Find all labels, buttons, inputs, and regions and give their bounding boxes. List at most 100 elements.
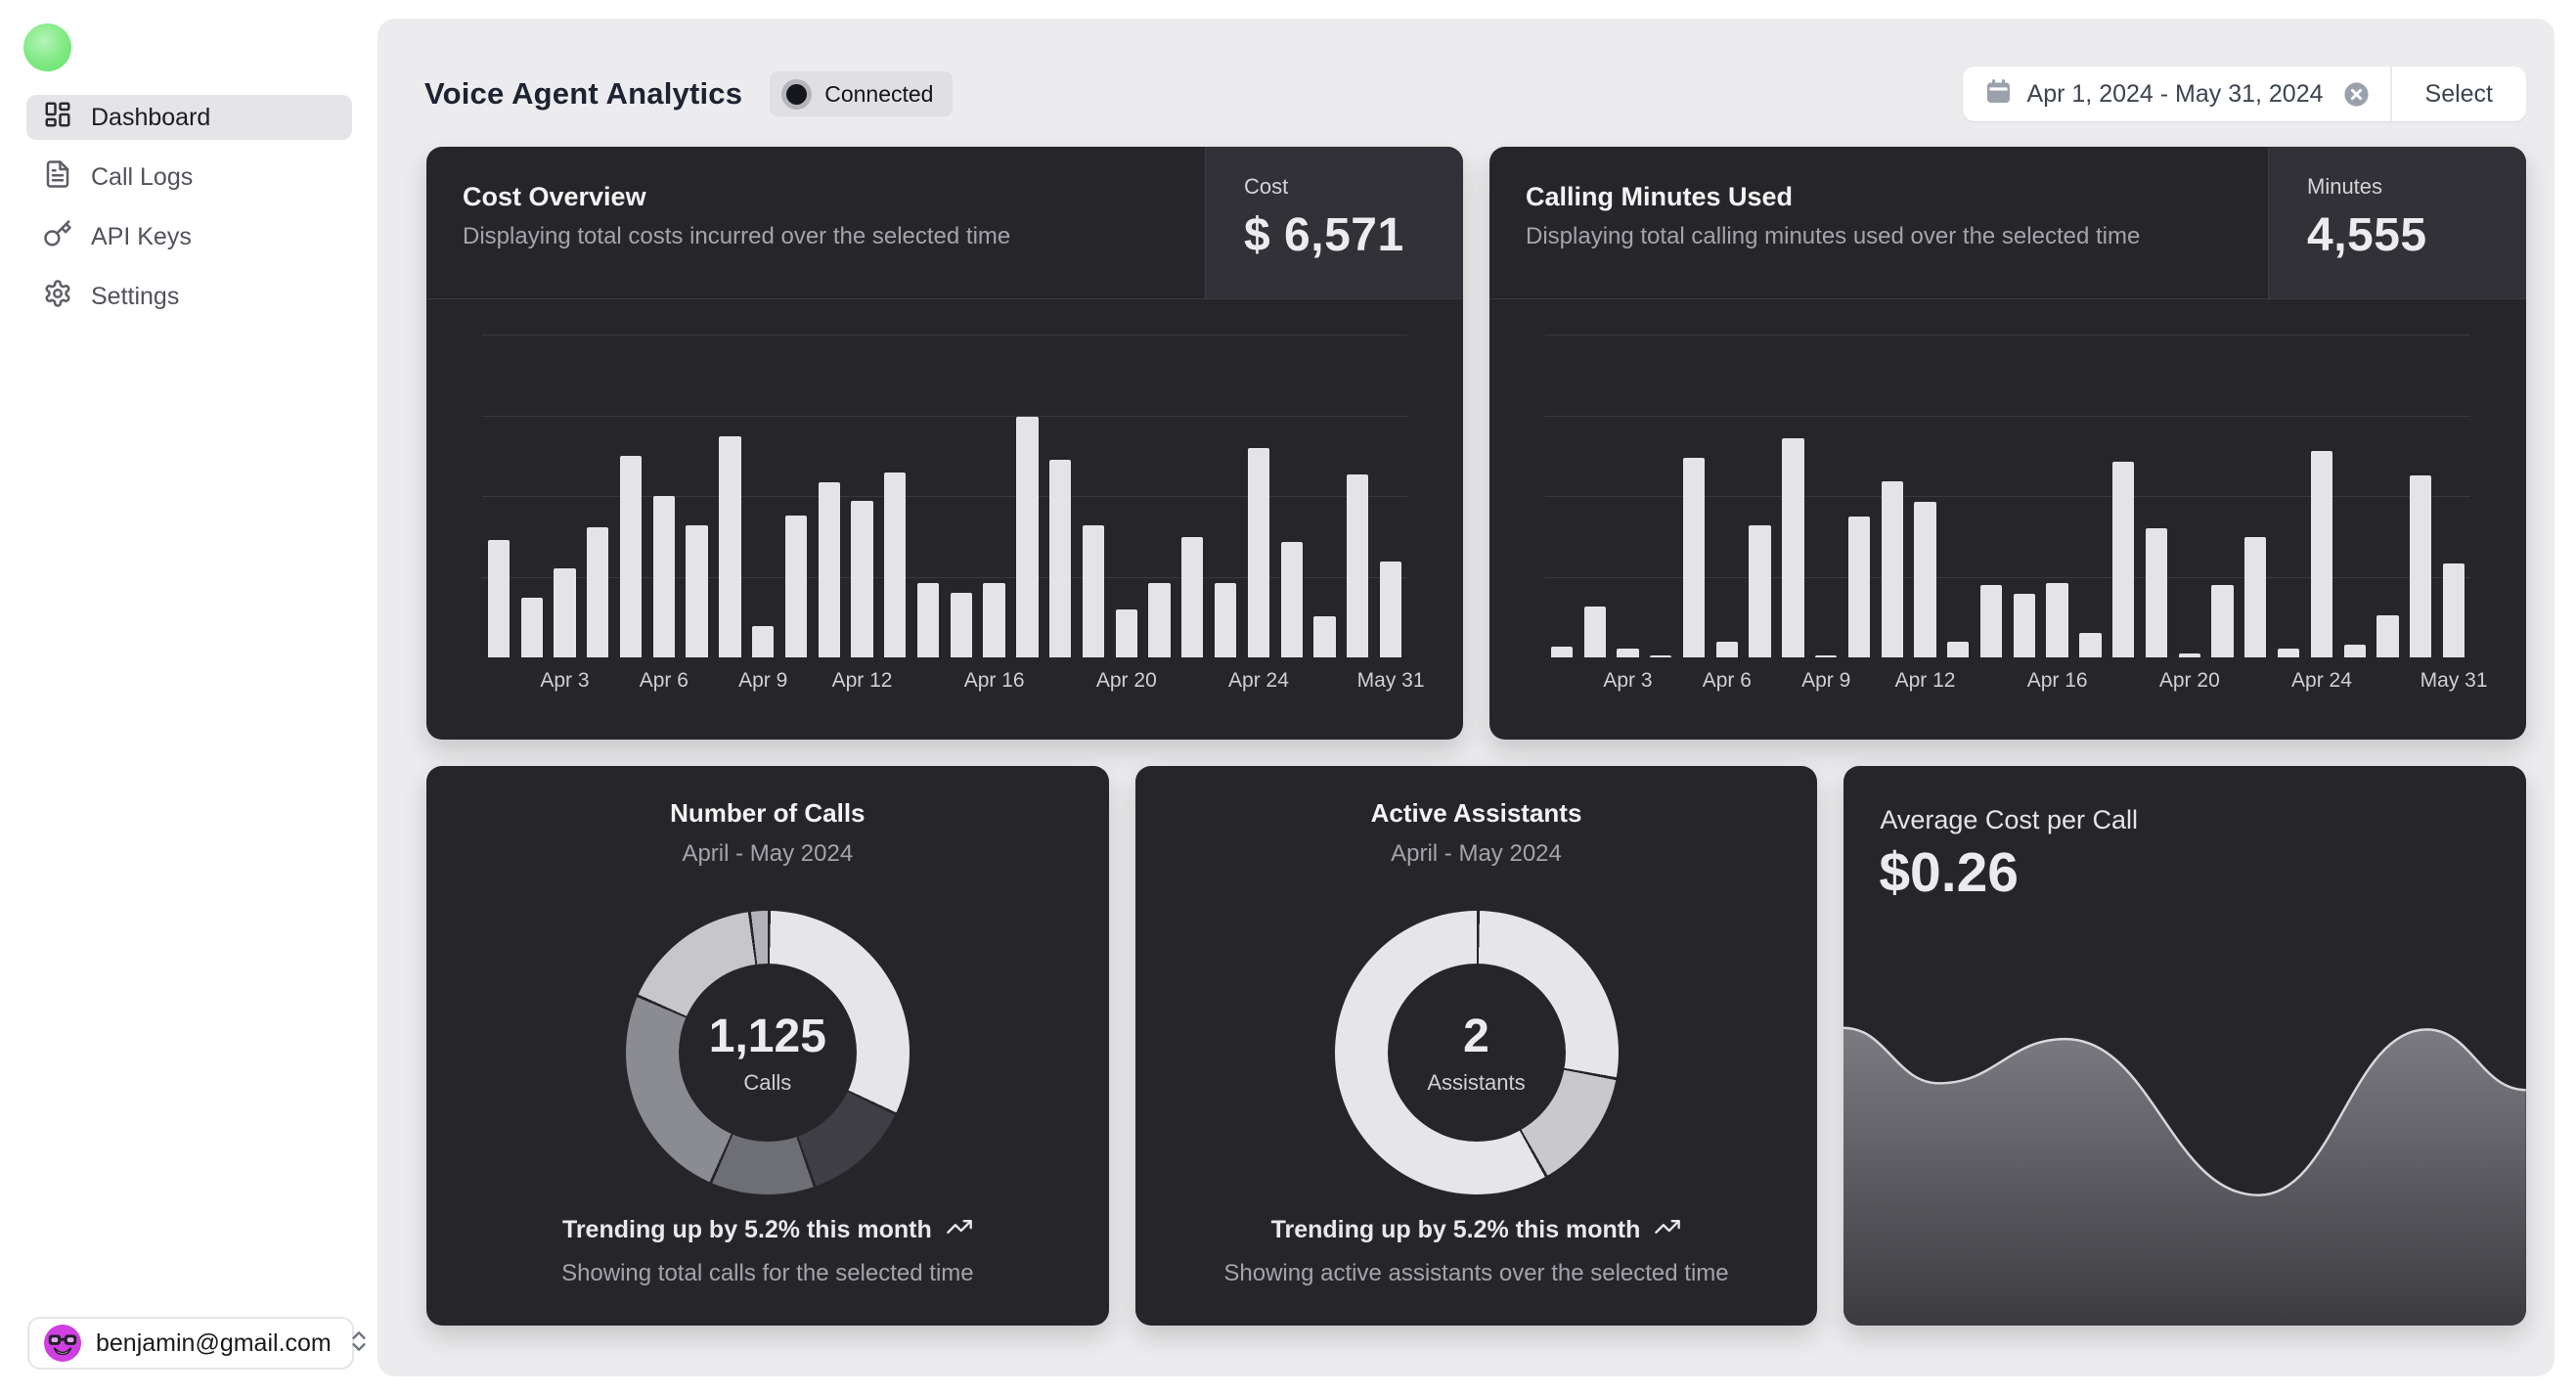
card-subtitle: April - May 2024 <box>1391 840 1562 868</box>
status-badge-label: Connected <box>824 81 933 108</box>
date-range-value: Apr 1, 2024 - May 31, 2024 <box>2027 80 2324 109</box>
bar <box>1148 583 1170 657</box>
bar <box>2376 615 2398 657</box>
bar <box>1749 525 1770 657</box>
stat-value: 4,555 <box>2307 208 2526 262</box>
stat-value: $ 6,571 <box>1244 208 1463 262</box>
bar <box>2146 528 2167 657</box>
trend-text: Trending up by 5.2% this month <box>562 1216 932 1244</box>
bar <box>719 436 740 657</box>
average-cost-value: $0.26 <box>1879 840 2019 905</box>
bottom-cards-row: Number of Calls April - May 2024 1,125 C… <box>426 766 2526 1326</box>
bar <box>686 525 707 657</box>
sidebar-item-dashboard[interactable]: Dashboard <box>26 95 352 140</box>
trend-line: Trending up by 5.2% this month <box>1271 1213 1682 1247</box>
bar <box>2112 462 2134 657</box>
clear-date-icon[interactable] <box>2342 80 2371 109</box>
bar <box>983 583 1004 657</box>
x-axis-tick-label: Apr 24 <box>1228 669 1289 693</box>
bar <box>2410 475 2431 657</box>
card-subtitle: Displaying total costs incurred over the… <box>463 223 1205 250</box>
x-axis-tick-label: Apr 9 <box>738 669 787 693</box>
bar <box>2079 633 2101 657</box>
card-subtitle: Displaying total calling minutes used ov… <box>1526 223 2268 250</box>
trending-up-icon <box>946 1213 973 1247</box>
donut-center: 1,125 Calls <box>679 964 857 1142</box>
bar <box>1716 642 1738 657</box>
active-assistants-card: Active Assistants April - May 2024 2 Ass… <box>1135 766 1818 1326</box>
stat-label: Cost <box>1244 174 1463 200</box>
x-axis-tick-label: Apr 6 <box>1703 669 1752 693</box>
donut-center-label: Assistants <box>1427 1070 1525 1096</box>
chevrons-up-down-icon <box>346 1328 372 1359</box>
trend-text: Trending up by 5.2% this month <box>1271 1216 1641 1244</box>
bar <box>1313 616 1335 657</box>
status-dot-icon <box>781 79 812 110</box>
bar <box>521 598 543 657</box>
card-header: Calling Minutes Used Displaying total ca… <box>1489 147 2526 299</box>
bar <box>884 472 906 657</box>
x-axis-tick-label: Apr 12 <box>832 669 893 693</box>
bar <box>2344 645 2366 657</box>
key-icon <box>43 219 72 255</box>
bar <box>1380 562 1401 657</box>
bar <box>620 456 642 658</box>
bar <box>1116 609 1137 657</box>
bar <box>2179 653 2200 657</box>
bar <box>488 540 510 657</box>
bar <box>1980 585 2002 657</box>
bar <box>2443 563 2465 657</box>
user-avatar <box>44 1325 81 1362</box>
select-button[interactable]: Select <box>2392 80 2526 109</box>
gear-icon <box>43 279 72 315</box>
bar <box>1782 438 1803 657</box>
user-account-button[interactable]: benjamin@gmail.com <box>27 1317 354 1370</box>
x-axis-tick-label: Apr 16 <box>964 669 1025 693</box>
card-header: Cost Overview Displaying total costs inc… <box>426 147 1463 299</box>
donut-center-value: 2 <box>1463 1010 1489 1063</box>
bar <box>1584 607 1606 657</box>
date-range-trigger[interactable]: Apr 1, 2024 - May 31, 2024 <box>1963 77 2390 111</box>
x-axis-labels: Apr 3Apr 6Apr 9Apr 12Apr 16Apr 20Apr 24M… <box>1545 669 2470 698</box>
sidebar-item-api-keys[interactable]: API Keys <box>26 214 352 259</box>
sidebar-item-label: API Keys <box>91 223 192 251</box>
calls-donut-chart: 1,125 Calls <box>626 911 910 1194</box>
app-logo <box>23 23 71 71</box>
trend-note: Showing total calls for the selected tim… <box>561 1260 974 1287</box>
sidebar-item-settings[interactable]: Settings <box>26 274 352 319</box>
card-title: Number of Calls <box>670 798 865 829</box>
cost-overview-card: Cost Overview Displaying total costs inc… <box>426 147 1463 740</box>
x-axis-tick-label: Apr 20 <box>1096 669 1157 693</box>
bar <box>951 593 972 657</box>
status-badge: Connected <box>770 71 953 116</box>
sidebar-nav: Dashboard Call Logs API Keys <box>26 95 352 319</box>
bar <box>2278 649 2299 657</box>
donut-center: 2 Assistants <box>1388 964 1566 1142</box>
bar <box>1551 647 1573 657</box>
sidebar: Dashboard Call Logs API Keys <box>0 0 378 1395</box>
bar <box>1617 649 1638 657</box>
bar <box>752 626 774 657</box>
bar <box>785 516 807 657</box>
main-panel: Voice Agent Analytics Connected <box>378 19 2554 1376</box>
assistants-donut-chart: 2 Assistants <box>1335 911 1619 1194</box>
trend-line: Trending up by 5.2% this month <box>562 1213 973 1247</box>
stat-label: Minutes <box>2307 174 2526 200</box>
bar <box>2211 585 2233 657</box>
sidebar-item-call-logs[interactable]: Call Logs <box>26 155 352 200</box>
average-cost-card: Average Cost per Call $0.26 <box>1843 766 2526 1326</box>
dashboard-grid-icon <box>43 100 72 136</box>
bar <box>2046 583 2067 657</box>
bar <box>1049 460 1071 657</box>
bar <box>1815 655 1837 657</box>
top-cards-row: Cost Overview Displaying total costs inc… <box>426 147 2526 740</box>
donut-center-value: 1,125 <box>709 1010 826 1063</box>
bar <box>653 496 675 657</box>
bar <box>1947 642 1969 657</box>
minutes-stat-box: Minutes 4,555 <box>2268 147 2526 298</box>
card-title: Average Cost per Call <box>1880 805 2138 835</box>
bar <box>1248 448 1269 657</box>
bar <box>2014 594 2035 657</box>
bar <box>851 501 872 657</box>
file-text-icon <box>43 159 72 196</box>
